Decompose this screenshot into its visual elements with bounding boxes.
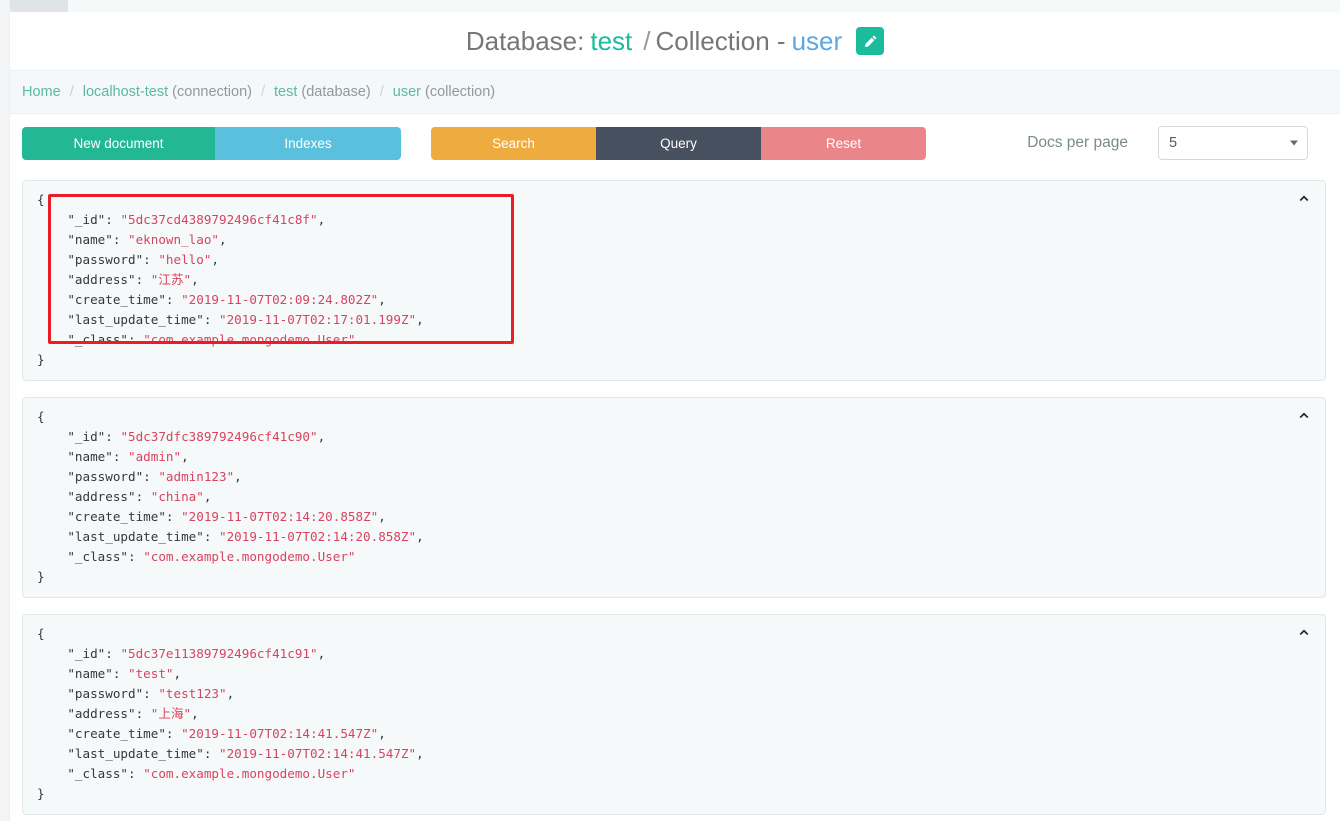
document-json: { "_id": "5dc37dfc389792496cf41c90", "na… (37, 409, 424, 584)
page-header: Database: test / Collection - user (10, 12, 1340, 70)
indexes-button[interactable]: Indexes (215, 126, 401, 160)
breadcrumb-item-database-label: test (274, 84, 298, 100)
query-button[interactable]: Query (596, 126, 761, 160)
document-list: { "_id": "5dc37cd4389792496cf41c8f", "na… (10, 172, 1340, 821)
pencil-icon (863, 34, 878, 49)
top-strip (68, 0, 1340, 12)
breadcrumb-separator-1: / (69, 84, 74, 100)
breadcrumb-item-connection-label: localhost-test (82, 84, 169, 100)
page-title-separator: / (643, 25, 651, 56)
left-gutter (0, 0, 10, 821)
chevron-up-icon[interactable] (1295, 189, 1313, 207)
search-button[interactable]: Search (431, 126, 596, 160)
breadcrumb-item-collection-suffix: (collection) (421, 84, 496, 100)
docs-per-page-label: Docs per page (1027, 134, 1128, 151)
browser-tab-nub[interactable] (10, 0, 68, 12)
page-title: Database: test / Collection - user (465, 25, 885, 57)
page-title-database-name: test (590, 25, 633, 56)
breadcrumb-item-collection-label: user (392, 84, 421, 100)
reset-button[interactable]: Reset (761, 126, 926, 160)
breadcrumb-item-database[interactable]: test (database) (274, 84, 371, 100)
breadcrumb-item-home[interactable]: Home (22, 84, 61, 100)
mongo-admin-page: Database: test / Collection - user Home … (0, 0, 1340, 821)
breadcrumb-item-connection[interactable]: localhost-test (connection) (83, 84, 252, 100)
chevron-up-icon[interactable] (1295, 623, 1313, 641)
new-document-button[interactable]: New document (22, 126, 215, 160)
page-title-collection-name: user (791, 25, 843, 56)
docs-per-page-control: Docs per page 5 (1027, 126, 1308, 160)
docs-per-page-select[interactable]: 5 (1158, 126, 1308, 160)
breadcrumb-separator-2: / (260, 84, 266, 100)
document-json: { "_id": "5dc37e11389792496cf41c91", "na… (37, 626, 424, 801)
document-json: { "_id": "5dc37cd4389792496cf41c8f", "na… (37, 192, 424, 367)
docs-per-page-value: 5 (1169, 135, 1178, 151)
document-card: { "_id": "5dc37cd4389792496cf41c8f", "na… (22, 180, 1326, 381)
breadcrumb-item-connection-suffix: (connection) (168, 84, 252, 100)
document-card: { "_id": "5dc37dfc389792496cf41c90", "na… (22, 397, 1326, 598)
page-title-database-prefix: Database: (465, 25, 585, 56)
action-toolbar: New document Indexes Search Query Reset … (10, 114, 1340, 172)
breadcrumb: Home / localhost-test (connection) / tes… (10, 70, 1340, 114)
breadcrumb-item-home-label: Home (22, 84, 61, 100)
breadcrumb-item-collection[interactable]: user (collection) (393, 84, 495, 100)
chevron-down-icon (1290, 140, 1298, 146)
query-actions-group: Search Query Reset (431, 126, 926, 160)
edit-collection-button[interactable] (856, 27, 885, 55)
document-card: { "_id": "5dc37e11389792496cf41c91", "na… (22, 614, 1326, 815)
page-title-collection-prefix: Collection - (655, 25, 786, 56)
document-actions-group: New document Indexes (22, 126, 401, 160)
breadcrumb-item-database-suffix: (database) (297, 84, 371, 100)
breadcrumb-separator-3: / (379, 84, 384, 100)
chevron-up-icon[interactable] (1295, 406, 1313, 424)
